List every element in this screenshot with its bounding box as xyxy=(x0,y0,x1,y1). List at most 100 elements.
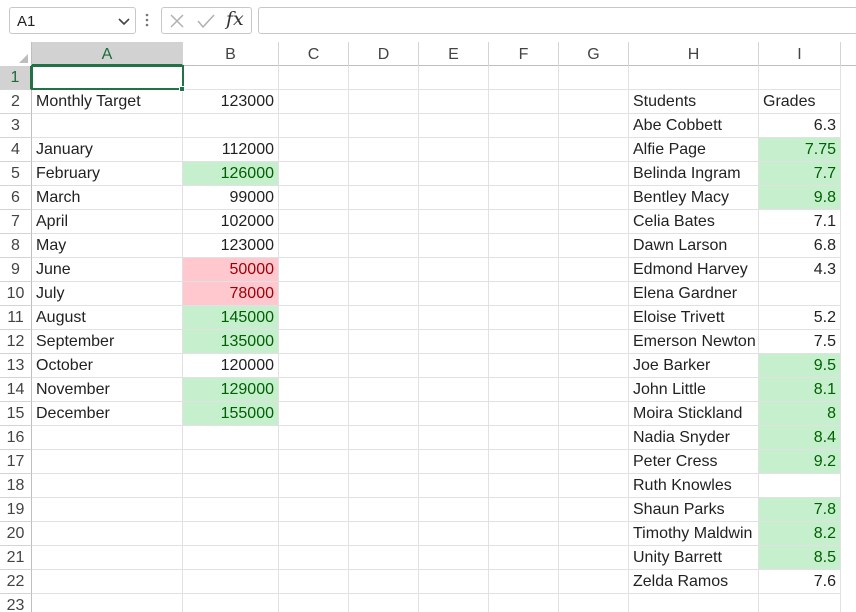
cell-c16[interactable] xyxy=(279,426,349,450)
cell-a6[interactable]: March xyxy=(32,186,183,210)
cell-i22[interactable]: 7.6 xyxy=(759,570,841,594)
cell-i1[interactable] xyxy=(759,66,841,90)
cell-a2[interactable]: Monthly Target xyxy=(32,90,183,114)
cell-h18[interactable]: Ruth Knowles xyxy=(629,474,759,498)
cell-i5[interactable]: 7.7 xyxy=(759,162,841,186)
row-header-21[interactable]: 21 xyxy=(0,546,32,570)
column-header-h[interactable]: H xyxy=(629,42,759,66)
cell-c2[interactable] xyxy=(279,90,349,114)
cell-b14[interactable]: 129000 xyxy=(183,378,279,402)
row-header-14[interactable]: 14 xyxy=(0,378,32,402)
cell-c12[interactable] xyxy=(279,330,349,354)
cell-f21[interactable] xyxy=(489,546,559,570)
cell-d22[interactable] xyxy=(349,570,419,594)
cell-e3[interactable] xyxy=(419,114,489,138)
cell-g14[interactable] xyxy=(559,378,629,402)
cell-d14[interactable] xyxy=(349,378,419,402)
cell-a13[interactable]: October xyxy=(32,354,183,378)
cell-d5[interactable] xyxy=(349,162,419,186)
cell-e8[interactable] xyxy=(419,234,489,258)
row-header-23[interactable]: 23 xyxy=(0,594,32,612)
cell-h21[interactable]: Unity Barrett xyxy=(629,546,759,570)
cell-h9[interactable]: Edmond Harvey xyxy=(629,258,759,282)
cell-f22[interactable] xyxy=(489,570,559,594)
cell-g21[interactable] xyxy=(559,546,629,570)
cell-a18[interactable] xyxy=(32,474,183,498)
cell-i16[interactable]: 8.4 xyxy=(759,426,841,450)
cell-g18[interactable] xyxy=(559,474,629,498)
insert-function-button[interactable]: fx xyxy=(226,8,244,30)
cell-g16[interactable] xyxy=(559,426,629,450)
cell-b12[interactable]: 135000 xyxy=(183,330,279,354)
cell-g4[interactable] xyxy=(559,138,629,162)
cell-f2[interactable] xyxy=(489,90,559,114)
cell-d6[interactable] xyxy=(349,186,419,210)
cell-e17[interactable] xyxy=(419,450,489,474)
cell-d12[interactable] xyxy=(349,330,419,354)
cell-h22[interactable]: Zelda Ramos xyxy=(629,570,759,594)
cell-h5[interactable]: Belinda Ingram xyxy=(629,162,759,186)
cell-c4[interactable] xyxy=(279,138,349,162)
cell-i13[interactable]: 9.5 xyxy=(759,354,841,378)
cell-d13[interactable] xyxy=(349,354,419,378)
cell-d16[interactable] xyxy=(349,426,419,450)
cell-f4[interactable] xyxy=(489,138,559,162)
cell-i19[interactable]: 7.8 xyxy=(759,498,841,522)
cell-b6[interactable]: 99000 xyxy=(183,186,279,210)
cell-c5[interactable] xyxy=(279,162,349,186)
column-header-c[interactable]: C xyxy=(279,42,349,66)
cell-c23[interactable] xyxy=(279,594,349,612)
cell-c6[interactable] xyxy=(279,186,349,210)
cell-g19[interactable] xyxy=(559,498,629,522)
cell-e14[interactable] xyxy=(419,378,489,402)
cell-h11[interactable]: Eloise Trivett xyxy=(629,306,759,330)
cell-f7[interactable] xyxy=(489,210,559,234)
cell-e5[interactable] xyxy=(419,162,489,186)
cell-e21[interactable] xyxy=(419,546,489,570)
cell-i14[interactable]: 8.1 xyxy=(759,378,841,402)
cell-c10[interactable] xyxy=(279,282,349,306)
cell-i8[interactable]: 6.8 xyxy=(759,234,841,258)
cell-b20[interactable] xyxy=(183,522,279,546)
cell-f12[interactable] xyxy=(489,330,559,354)
cell-g20[interactable] xyxy=(559,522,629,546)
cell-c17[interactable] xyxy=(279,450,349,474)
cell-b11[interactable]: 145000 xyxy=(183,306,279,330)
row-header-13[interactable]: 13 xyxy=(0,354,32,378)
cell-e12[interactable] xyxy=(419,330,489,354)
cell-f16[interactable] xyxy=(489,426,559,450)
cell-f14[interactable] xyxy=(489,378,559,402)
cell-i6[interactable]: 9.8 xyxy=(759,186,841,210)
cell-e1[interactable] xyxy=(419,66,489,90)
cell-e13[interactable] xyxy=(419,354,489,378)
cell-a19[interactable] xyxy=(32,498,183,522)
cell-e23[interactable] xyxy=(419,594,489,612)
cell-a21[interactable] xyxy=(32,546,183,570)
row-header-1[interactable]: 1 xyxy=(0,66,32,90)
cell-e9[interactable] xyxy=(419,258,489,282)
cell-h23[interactable] xyxy=(629,594,759,612)
cell-d17[interactable] xyxy=(349,450,419,474)
cell-i4[interactable]: 7.75 xyxy=(759,138,841,162)
cell-h6[interactable]: Bentley Macy xyxy=(629,186,759,210)
cell-f13[interactable] xyxy=(489,354,559,378)
cell-i2[interactable]: Grades xyxy=(759,90,841,114)
cell-g1[interactable] xyxy=(559,66,629,90)
cell-h19[interactable]: Shaun Parks xyxy=(629,498,759,522)
cell-a4[interactable]: January xyxy=(32,138,183,162)
row-header-4[interactable]: 4 xyxy=(0,138,32,162)
cell-a9[interactable]: June xyxy=(32,258,183,282)
column-header-a[interactable]: A xyxy=(32,42,183,66)
cell-h7[interactable]: Celia Bates xyxy=(629,210,759,234)
cell-h20[interactable]: Timothy Maldwin xyxy=(629,522,759,546)
cell-c22[interactable] xyxy=(279,570,349,594)
cell-e4[interactable] xyxy=(419,138,489,162)
cell-d23[interactable] xyxy=(349,594,419,612)
row-header-8[interactable]: 8 xyxy=(0,234,32,258)
cell-f10[interactable] xyxy=(489,282,559,306)
cell-c15[interactable] xyxy=(279,402,349,426)
row-header-18[interactable]: 18 xyxy=(0,474,32,498)
cell-b19[interactable] xyxy=(183,498,279,522)
cell-e7[interactable] xyxy=(419,210,489,234)
cell-f19[interactable] xyxy=(489,498,559,522)
